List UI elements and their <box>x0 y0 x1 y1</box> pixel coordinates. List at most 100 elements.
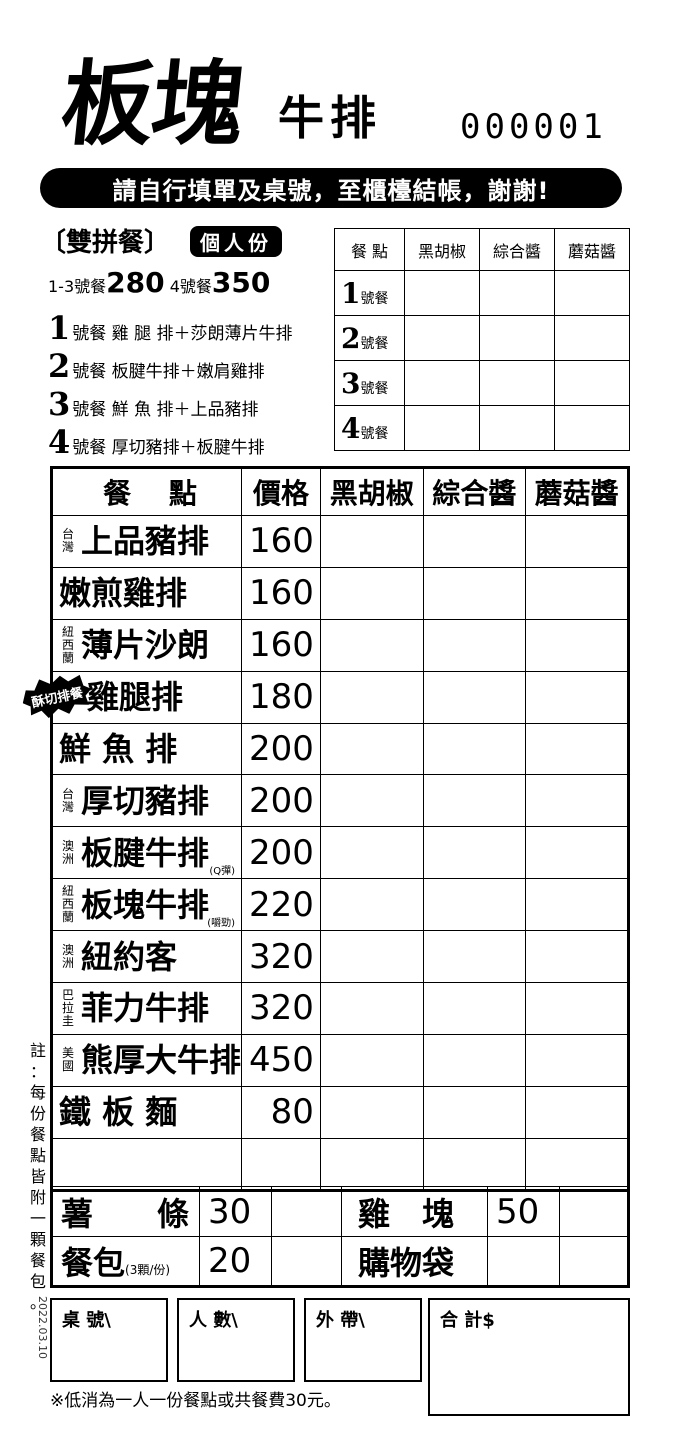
dish-origin: 澳洲 <box>59 839 77 866</box>
order-cell[interactable] <box>422 670 527 724</box>
order-cell[interactable] <box>525 618 629 672</box>
dish-price: 80 <box>241 1085 321 1139</box>
side-note-char: 註 <box>29 1041 46 1060</box>
order-cell[interactable] <box>271 1186 342 1237</box>
order-cell[interactable] <box>319 1033 424 1087</box>
dish-price: 320 <box>241 982 321 1035</box>
dish-origin-char: 洲 <box>61 851 74 866</box>
dish-origin: 台灣 <box>59 787 77 814</box>
order-cell[interactable] <box>422 774 527 828</box>
combo-price-line: 1-3號餐280 4號餐350 <box>48 266 270 299</box>
order-cell[interactable] <box>554 315 630 361</box>
dish-origin-char: 蘭 <box>61 650 74 665</box>
dish-price: 160 <box>241 515 321 568</box>
order-cell[interactable] <box>422 722 527 776</box>
order-cell[interactable] <box>479 360 555 406</box>
order-cell[interactable] <box>422 515 527 568</box>
combo-grid-text: 號餐 <box>360 335 389 352</box>
dish-name: 鐵 板 麵 <box>59 1093 178 1132</box>
order-cell[interactable] <box>422 566 527 620</box>
combo-item-text: 號餐 板腱牛排＋嫩肩雞排 <box>72 362 265 382</box>
takeout-box[interactable]: 外 帶\ <box>304 1298 422 1382</box>
order-cell[interactable] <box>554 270 630 316</box>
dish-name: 鮮 魚 排 <box>59 730 178 768</box>
order-cell[interactable] <box>422 982 527 1035</box>
combo-grid-header-cell: 綜合醬 <box>479 228 555 271</box>
order-cell[interactable] <box>422 878 527 932</box>
order-cell[interactable] <box>404 360 480 406</box>
order-cell[interactable] <box>487 1236 560 1287</box>
order-cell[interactable] <box>525 1137 629 1191</box>
order-cell[interactable] <box>525 1033 629 1087</box>
order-cell[interactable] <box>422 1085 527 1139</box>
combo-item: 3 號餐 鮮 魚 排＋上品豬排 <box>48 382 338 420</box>
order-cell[interactable] <box>525 930 629 984</box>
total-box[interactable]: 合 計$ <box>428 1298 630 1416</box>
order-cell[interactable] <box>319 826 424 880</box>
combo-grid-text: 號餐 <box>360 380 389 397</box>
combo-grid-header-cell: 黑胡椒 <box>404 228 480 271</box>
order-cell[interactable] <box>422 930 527 984</box>
order-cell[interactable] <box>319 618 424 672</box>
order-cell[interactable] <box>525 722 629 776</box>
people-count-box[interactable]: 人 數\ <box>177 1298 295 1382</box>
order-cell[interactable] <box>525 515 629 568</box>
dish-price: 320 <box>241 930 321 984</box>
order-cell[interactable] <box>559 1186 629 1237</box>
order-cell[interactable] <box>525 878 629 932</box>
order-cell[interactable] <box>554 360 630 406</box>
order-cell[interactable] <box>422 826 527 880</box>
table-row <box>50 1137 629 1191</box>
dish-name: 雞腿排 <box>87 678 184 717</box>
order-cell[interactable] <box>422 1137 527 1191</box>
order-cell[interactable] <box>525 670 629 724</box>
order-cell[interactable] <box>404 270 480 316</box>
order-cell[interactable] <box>525 566 629 620</box>
combo-grid-row: 4號餐 <box>334 405 630 451</box>
side-note-char: ： <box>29 1062 46 1081</box>
dish-name-cell: 紐西蘭板塊牛排 (嚼勁) <box>50 878 243 932</box>
order-cell[interactable] <box>319 722 424 776</box>
menu-header-cell: 綜合醬 <box>422 467 527 516</box>
combo-grid-label: 3號餐 <box>334 360 405 406</box>
dish-origin: 澳洲 <box>59 943 77 970</box>
dish-name-cell: 台灣上品豬排 <box>50 515 243 568</box>
order-cell[interactable] <box>525 774 629 828</box>
order-cell[interactable] <box>422 1033 527 1087</box>
order-cell[interactable] <box>319 930 424 984</box>
dish-price: 200 <box>241 722 321 776</box>
combo-item-text: 號餐 鮮 魚 排＋上品豬排 <box>72 400 259 420</box>
order-cell[interactable] <box>559 1236 629 1287</box>
order-cell[interactable] <box>479 405 555 451</box>
order-cell[interactable] <box>404 405 480 451</box>
order-cell[interactable] <box>479 270 555 316</box>
side-code: 2022.03.10 <box>36 1296 49 1359</box>
order-cell[interactable] <box>319 670 424 724</box>
order-cell[interactable] <box>319 878 424 932</box>
order-cell[interactable] <box>271 1236 342 1287</box>
side-item-label: 薯 條 <box>51 1186 200 1237</box>
table-row: 雞腿排 180 <box>50 670 629 724</box>
table-number-box[interactable]: 桌 號\ <box>50 1298 168 1382</box>
order-cell[interactable] <box>525 826 629 880</box>
order-cell[interactable] <box>404 315 480 361</box>
menu-header-row: 餐 點 價格 黑胡椒 綜合醬 蘑菇醬 <box>50 467 629 516</box>
dish-name: 厚切豬排 <box>81 781 210 820</box>
order-cell[interactable] <box>422 618 527 672</box>
order-cell[interactable] <box>319 774 424 828</box>
order-cell[interactable] <box>319 566 424 620</box>
order-cell[interactable] <box>319 1085 424 1139</box>
order-cell[interactable] <box>525 982 629 1035</box>
dish-origin: 紐西蘭 <box>59 625 77 665</box>
dish-name-cell: 鮮 魚 排 <box>50 722 243 776</box>
order-cell[interactable] <box>525 1085 629 1139</box>
combo-grid-number: 2 <box>341 321 361 355</box>
combo-grid-number: 3 <box>341 366 361 400</box>
table-row: 澳洲紐約客 320 <box>50 930 629 984</box>
side-item-label: 餐包(3顆/份) <box>51 1236 200 1287</box>
order-cell[interactable] <box>319 515 424 568</box>
order-cell[interactable] <box>554 405 630 451</box>
order-cell[interactable] <box>319 982 424 1035</box>
order-cell[interactable] <box>319 1137 424 1191</box>
order-cell[interactable] <box>479 315 555 361</box>
